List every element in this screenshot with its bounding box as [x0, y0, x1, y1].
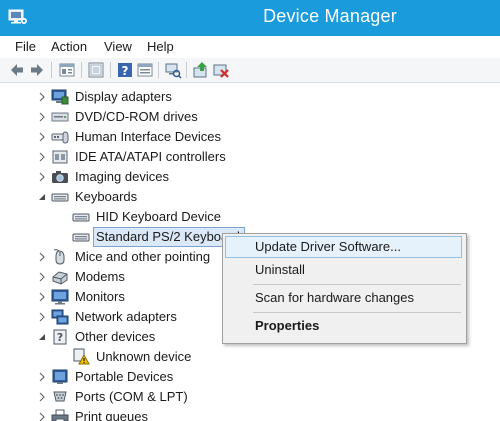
tree-item-label: HID Keyboard Device: [96, 209, 221, 224]
window-title: Device Manager: [263, 6, 397, 26]
help-icon[interactable]: ?: [116, 61, 134, 79]
printer-icon: [51, 409, 69, 421]
tree-item-label: Portable Devices: [75, 369, 174, 384]
collapse-arrow-icon[interactable]: [37, 191, 47, 203]
tree-item-label: Display adapters: [75, 89, 172, 104]
menu-item-label: Properties: [255, 318, 320, 333]
back-arrow-icon[interactable]: [8, 61, 26, 79]
display-adapter-icon: [51, 89, 69, 105]
toolbar-separator: [81, 62, 82, 78]
tree-item-label: IDE ATA/ATAPI controllers: [75, 149, 226, 164]
toolbar: ?: [0, 58, 500, 83]
expand-arrow-icon[interactable]: [37, 111, 47, 123]
mouse-icon: [53, 249, 65, 265]
toolbar-separator: [158, 62, 159, 78]
expand-arrow-icon[interactable]: [37, 91, 47, 103]
expand-arrow-icon[interactable]: [37, 411, 47, 421]
tree-item-portable-devices[interactable]: Portable Devices: [0, 367, 500, 387]
menu-item-label: Scan for hardware changes: [255, 290, 414, 305]
tree-item-label: Mice and other pointing: [75, 249, 211, 264]
hid-icon: [51, 131, 69, 144]
tree-item-label: Imaging devices: [75, 169, 169, 184]
menu-bar: File Action View Help: [0, 36, 500, 58]
network-adapter-icon: [51, 309, 69, 325]
tree-item-label: Monitors: [75, 289, 125, 304]
tree-item-hid-keyboard-device[interactable]: HID Keyboard Device: [0, 207, 500, 227]
toolbar-separator: [186, 62, 187, 78]
menu-separator: [253, 284, 461, 285]
toolbar-separator: [110, 62, 111, 78]
tree-item-ide-ata-atapi-controllers[interactable]: IDE ATA/ATAPI controllers: [0, 147, 500, 167]
keyboard-icon: [72, 233, 90, 242]
tree-item-label: Network adapters: [75, 309, 177, 324]
menu-item-properties[interactable]: Properties: [225, 315, 462, 337]
tree-item-label: Keyboards: [75, 189, 138, 204]
menu-help[interactable]: Help: [147, 39, 174, 54]
monitor-icon: [51, 289, 69, 305]
expand-arrow-icon[interactable]: [37, 311, 47, 323]
toolbar-separator: [51, 62, 52, 78]
properties-sheet-icon[interactable]: [136, 61, 154, 79]
disable-device-icon[interactable]: [212, 61, 230, 79]
tree-item-dvd-cd-rom-drives[interactable]: DVD/CD-ROM drives: [0, 107, 500, 127]
port-icon: [53, 391, 67, 402]
tree-item-label: Print queues: [75, 409, 148, 421]
tree-item-print-queues[interactable]: Print queues: [0, 407, 500, 421]
expand-arrow-icon[interactable]: [37, 151, 47, 163]
keyboard-icon: [72, 213, 90, 222]
device-manager-window: Device Manager File Action View Help ? D…: [0, 0, 500, 421]
tree-item-imaging-devices[interactable]: Imaging devices: [0, 167, 500, 187]
expand-arrow-icon[interactable]: [37, 271, 47, 283]
expand-arrow-icon[interactable]: [37, 371, 47, 383]
menu-item-update-driver-software[interactable]: Update Driver Software...: [225, 236, 462, 258]
expand-arrow-icon[interactable]: [37, 391, 47, 403]
ide-controller-icon: [52, 150, 68, 164]
tree-item-label: DVD/CD-ROM drives: [75, 109, 198, 124]
tree-item-ports[interactable]: Ports (COM & LPT): [0, 387, 500, 407]
tree-item-label: Unknown device: [96, 349, 192, 364]
tree-item-keyboards[interactable]: Keyboards: [0, 187, 500, 207]
menu-separator: [253, 312, 461, 313]
tree-item-label: Standard PS/2 Keyboard: [96, 229, 240, 244]
menu-item-label: Uninstall: [255, 262, 305, 277]
tree-item-label: Human Interface Devices: [75, 129, 221, 144]
tree-item-label: Ports (COM & LPT): [75, 389, 188, 404]
tree-item-human-interface-devices[interactable]: Human Interface Devices: [0, 127, 500, 147]
menu-view[interactable]: View: [104, 39, 132, 54]
svg-text:?: ?: [122, 64, 129, 78]
context-menu: Update Driver Software... Uninstall Scan…: [222, 233, 467, 344]
show-hidden-icon[interactable]: [87, 61, 105, 79]
expand-arrow-icon[interactable]: [37, 171, 47, 183]
update-driver-icon[interactable]: [192, 61, 210, 79]
expand-arrow-icon[interactable]: [37, 131, 47, 143]
menu-action[interactable]: Action: [51, 39, 87, 54]
svg-text:?: ?: [57, 331, 63, 344]
forward-arrow-icon[interactable]: [28, 61, 46, 79]
tree-item-label: Modems: [75, 269, 125, 284]
menu-file[interactable]: File: [15, 39, 36, 54]
properties-icon[interactable]: [58, 61, 76, 79]
collapse-arrow-icon[interactable]: [37, 331, 47, 343]
tree-item-label: Other devices: [75, 329, 156, 344]
tree-item-display-adapters[interactable]: Display adapters: [0, 87, 500, 107]
tree-item-unknown-device[interactable]: Unknown device: [0, 347, 500, 367]
title-bar[interactable]: Device Manager: [0, 0, 500, 36]
menu-item-scan-for-hardware-changes[interactable]: Scan for hardware changes: [225, 287, 462, 309]
other-devices-icon: ?: [53, 329, 67, 345]
modem-icon: [52, 271, 68, 285]
unknown-device-warning-icon: [73, 348, 90, 365]
portable-device-icon: [52, 369, 68, 384]
scan-hardware-icon[interactable]: [164, 61, 182, 79]
keyboard-icon: [51, 193, 69, 202]
imaging-device-icon: [52, 171, 68, 183]
expand-arrow-icon[interactable]: [37, 251, 47, 263]
menu-item-label: Update Driver Software...: [255, 239, 401, 254]
expand-arrow-icon[interactable]: [37, 291, 47, 303]
dvd-drive-icon: [51, 112, 69, 122]
menu-item-uninstall[interactable]: Uninstall: [225, 259, 462, 281]
